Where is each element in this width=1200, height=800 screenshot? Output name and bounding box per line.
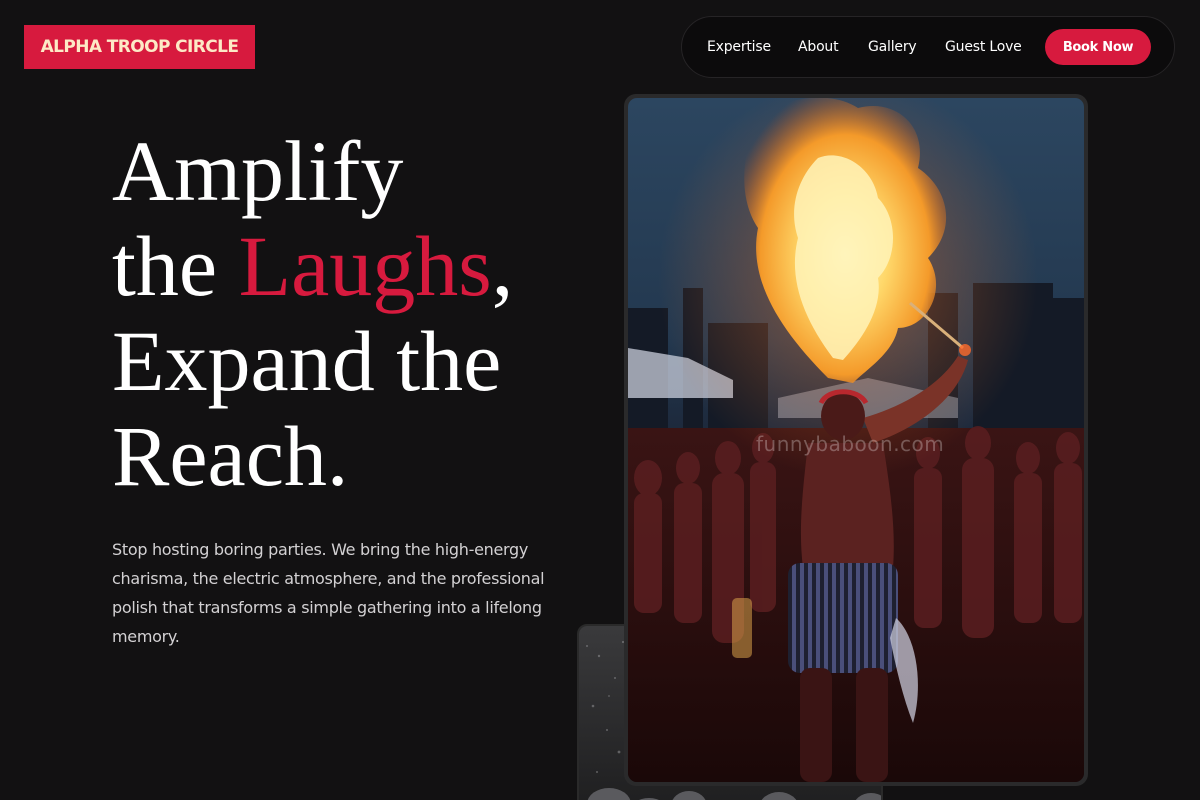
headline-comma: , (491, 218, 514, 314)
headline-line-3: Expand the (112, 313, 502, 409)
photo-watermark: funnybaboon.com (756, 432, 945, 456)
logo-text: ALPHA TROOP CIRCLE (40, 37, 239, 57)
book-now-button[interactable]: Book Now (1045, 29, 1151, 65)
top-navigation: Expertise About Gallery Guest Love Book … (681, 16, 1175, 78)
headline-line-1: Amplify (112, 123, 404, 219)
nav-link-guest-love[interactable]: Guest Love (945, 17, 1022, 77)
headline-line-2-start: the (112, 218, 239, 314)
fire-breather-photo: funnybaboon.com (628, 98, 1084, 782)
landing-page: ALPHA TROOP CIRCLE Expertise About Galle… (0, 0, 1200, 800)
hero-subcopy: Stop hosting boring parties. We bring th… (112, 540, 545, 646)
brand-logo[interactable]: ALPHA TROOP CIRCLE (24, 25, 255, 69)
nav-link-expertise[interactable]: Expertise (707, 17, 771, 77)
headline-accent-word: Laughs (238, 218, 492, 314)
hero-photo-card: funnybaboon.com (624, 94, 1088, 786)
nav-link-about[interactable]: About (798, 17, 839, 77)
headline-line-4: Reach. (112, 408, 349, 504)
hero-headline: Amplify the Laughs, Expand the Reach. (112, 124, 582, 504)
nav-link-gallery[interactable]: Gallery (868, 17, 917, 77)
